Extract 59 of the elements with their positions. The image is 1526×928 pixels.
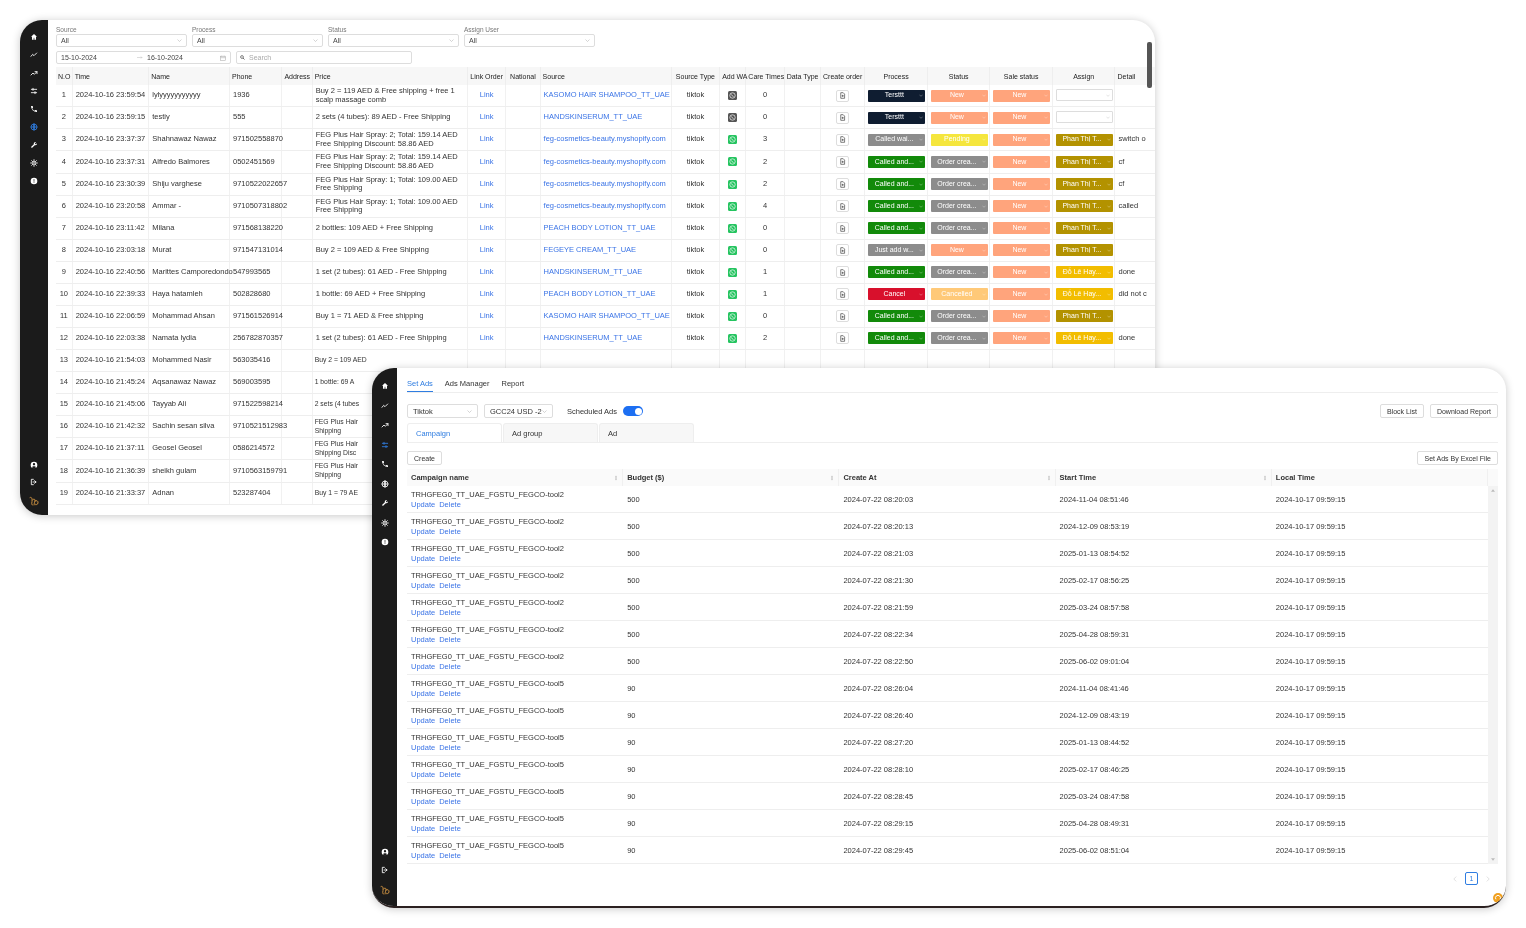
caret-icon	[449, 39, 454, 42]
document-icon	[839, 224, 847, 232]
document-icon	[839, 334, 847, 342]
logo-icon	[378, 884, 391, 896]
trend-up-icon[interactable]	[380, 421, 389, 429]
create-order-button[interactable]	[836, 288, 850, 301]
logout-icon[interactable]	[380, 866, 389, 874]
create-order-button[interactable]	[836, 244, 850, 257]
user-icon[interactable]	[380, 848, 389, 856]
wrench-icon[interactable]	[380, 499, 389, 507]
document-icon	[839, 268, 847, 276]
document-icon	[839, 92, 847, 100]
document-icon	[839, 180, 847, 188]
caret-icon	[177, 39, 182, 42]
document-icon	[839, 246, 847, 254]
document-icon	[839, 312, 847, 320]
document-icon	[839, 136, 847, 144]
scrollbar[interactable]	[1147, 42, 1152, 88]
toggle-switch[interactable]	[623, 406, 644, 416]
create-order-button[interactable]	[836, 178, 850, 191]
caret-icon	[542, 409, 547, 413]
phone-icon[interactable]	[380, 460, 389, 468]
create-order-button[interactable]	[836, 155, 850, 168]
line-chart-icon[interactable]	[30, 51, 38, 59]
sliders-icon[interactable]	[380, 440, 389, 449]
phone-icon[interactable]	[30, 105, 38, 113]
create-order-button[interactable]	[836, 222, 850, 235]
user-icon[interactable]	[30, 461, 38, 469]
wrench-icon[interactable]	[30, 141, 38, 149]
caret-icon	[467, 409, 472, 413]
line-chart-icon[interactable]	[380, 401, 389, 410]
document-icon	[839, 158, 847, 166]
logout-icon[interactable]	[30, 478, 38, 486]
calendar-icon	[220, 54, 226, 61]
create-order-button[interactable]	[836, 133, 850, 146]
home-icon[interactable]	[380, 382, 389, 390]
arrow-icon	[137, 56, 143, 59]
document-icon	[839, 202, 847, 210]
create-order-button[interactable]	[836, 266, 850, 279]
caret-icon	[313, 39, 318, 42]
trend-up-icon[interactable]	[30, 69, 38, 77]
create-order-button[interactable]	[836, 200, 850, 213]
caret-icon	[585, 39, 590, 42]
create-order-button[interactable]	[836, 111, 850, 124]
create-order-button[interactable]	[836, 332, 850, 345]
document-icon	[839, 114, 847, 122]
settings-icon[interactable]	[30, 159, 38, 167]
chat-icon[interactable]	[728, 113, 738, 123]
chat-icon[interactable]	[728, 91, 738, 101]
logo-icon	[28, 495, 40, 507]
settings-icon[interactable]	[380, 518, 389, 527]
home-icon[interactable]	[30, 33, 38, 41]
create-order-button[interactable]	[836, 310, 850, 323]
create-order-button[interactable]	[836, 89, 850, 102]
search-icon	[240, 55, 245, 60]
document-icon	[839, 290, 847, 298]
info-icon[interactable]	[380, 538, 389, 546]
help-bubble-icon[interactable]	[1493, 893, 1503, 903]
info-icon[interactable]	[30, 177, 38, 185]
